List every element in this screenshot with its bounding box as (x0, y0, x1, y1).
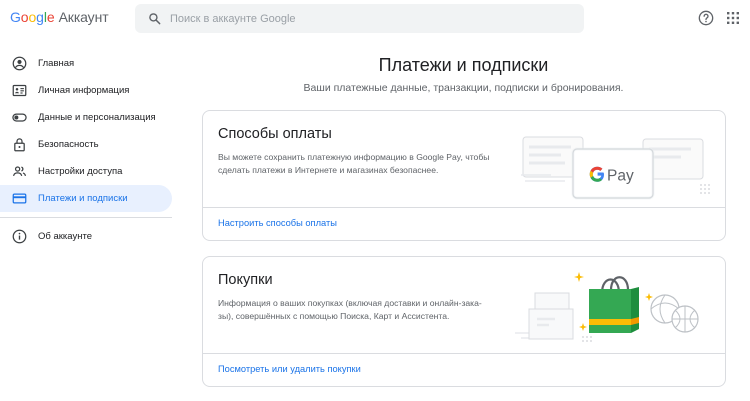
sidebar-item-label: Личная информация (38, 85, 130, 96)
shopping-bag-illustration (515, 272, 699, 342)
people-icon (12, 166, 27, 177)
logo-suffix: Аккаунт (58, 9, 109, 25)
google-pay-illustration: Pay (521, 136, 710, 200)
payment-methods-card: Способы оплаты Вы можете сохранить плате… (202, 110, 726, 241)
sidebar-item-label: Платежи и подписки (38, 193, 128, 204)
search-input[interactable] (170, 4, 570, 33)
help-icon[interactable] (698, 10, 714, 26)
card-description-line: Вы можете сохранить платежную информацию… (218, 152, 490, 162)
card-divider (203, 353, 725, 354)
setup-payment-methods-link[interactable]: Настроить способы оплаты (218, 218, 337, 228)
page-title: Платежи и подписки (378, 55, 549, 75)
account-circle-icon (12, 56, 27, 71)
search-icon[interactable] (148, 12, 161, 25)
card-description-line: Информация о ваших покупках (включая дос… (218, 298, 482, 308)
logo-letter: e (46, 9, 55, 25)
view-purchases-link[interactable]: Посмотреть или удалить покупки (218, 364, 361, 374)
google-account-logo[interactable]: Google Аккаунт (10, 9, 109, 25)
apps-grid-icon[interactable] (727, 12, 739, 24)
card-description-line: зы), совершённых с помощью Поиска, Карт … (218, 311, 450, 321)
credit-card-icon (12, 193, 27, 204)
sidebar-item-data-personalization[interactable]: Данные и персонализация (0, 104, 172, 131)
page-subtitle: Ваши платежные данные, транзакции, подпи… (303, 82, 624, 94)
header: Google Аккаунт (0, 0, 750, 38)
sidebar-item-security[interactable]: Безопасность (0, 131, 172, 158)
illustration-label: Pay (607, 168, 634, 185)
id-card-icon (12, 84, 27, 97)
lock-icon (14, 138, 25, 152)
sidebar-item-sharing[interactable]: Настройки доступа (0, 158, 172, 185)
sidebar: Главная Личная информация Данные и персо… (0, 50, 175, 250)
sidebar-item-label: Данные и персонализация (38, 112, 156, 123)
sidebar-item-label: Безопасность (38, 139, 99, 150)
card-title: Способы оплаты (218, 126, 332, 142)
info-icon (12, 229, 27, 244)
sidebar-item-label: Об аккаунте (38, 231, 92, 242)
card-description: Информация о ваших покупках (включая дос… (218, 297, 518, 323)
card-title: Покупки (218, 272, 273, 288)
card-divider (203, 207, 725, 208)
logo-letter: G (10, 9, 21, 25)
sidebar-item-payments[interactable]: Платежи и подписки (0, 185, 172, 212)
sidebar-item-label: Настройки доступа (38, 166, 123, 177)
logo-letter: g (36, 9, 44, 25)
sidebar-item-home[interactable]: Главная (0, 50, 172, 77)
sidebar-item-label: Главная (38, 58, 75, 69)
search-bar[interactable] (135, 4, 584, 33)
sidebar-item-about[interactable]: Об аккаунте (0, 223, 172, 250)
card-description: Вы можете сохранить платежную информацию… (218, 151, 518, 177)
sidebar-divider (0, 217, 172, 218)
toggle-icon (12, 113, 27, 122)
card-description-line: сделать платежи в Интернете и магазинах … (218, 165, 439, 175)
sidebar-item-personal-info[interactable]: Личная информация (0, 77, 172, 104)
purchases-card: Покупки Информация о ваших покупках (вкл… (202, 256, 726, 387)
